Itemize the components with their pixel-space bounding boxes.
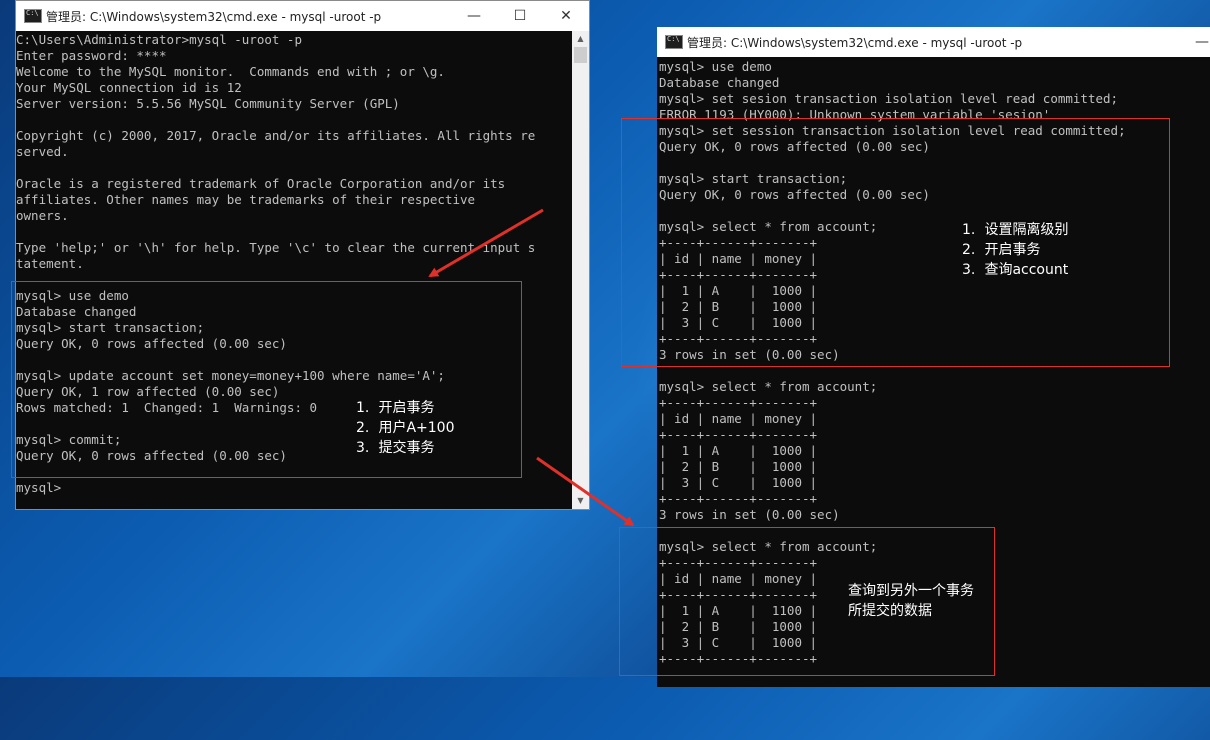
note-line: 所提交的数据 bbox=[848, 603, 932, 619]
right-highlight-box-top bbox=[621, 118, 1170, 367]
maximize-button[interactable]: ☐ bbox=[497, 1, 543, 31]
left-window-title: 管理员: C:\Windows\system32\cmd.exe - mysql… bbox=[46, 10, 382, 24]
minimize-button[interactable]: — bbox=[1179, 27, 1210, 57]
left-notes: 1. 开启事务 2. 用户A+100 3. 提交事务 bbox=[356, 398, 454, 458]
note-item: 3. 查询account bbox=[962, 262, 1069, 278]
scroll-down-arrow-icon[interactable]: ▼ bbox=[572, 493, 589, 509]
note-line: 查询到另外一个事务 bbox=[848, 583, 974, 599]
left-window-titlebar[interactable]: 管理员: C:\Windows\system32\cmd.exe - mysql… bbox=[16, 1, 589, 31]
note-item: 2. 用户A+100 bbox=[356, 420, 455, 436]
note-item: 1. 开启事务 bbox=[356, 400, 435, 416]
scrollbar-thumb[interactable] bbox=[574, 47, 587, 63]
cmd-icon bbox=[665, 35, 683, 49]
cmd-icon bbox=[24, 9, 42, 23]
note-item: 3. 提交事务 bbox=[356, 440, 435, 456]
right-window-title: 管理员: C:\Windows\system32\cmd.exe - mysql… bbox=[687, 36, 1023, 50]
left-scrollbar[interactable]: ▲ ▼ bbox=[572, 31, 589, 509]
right-notes-bottom: 查询到另外一个事务 所提交的数据 bbox=[848, 581, 974, 621]
minimize-button[interactable]: — bbox=[451, 1, 497, 31]
note-item: 1. 设置隔离级别 bbox=[962, 222, 1069, 238]
right-window-titlebar[interactable]: 管理员: C:\Windows\system32\cmd.exe - mysql… bbox=[657, 27, 1210, 57]
right-notes-top: 1. 设置隔离级别 2. 开启事务 3. 查询account bbox=[962, 220, 1068, 280]
close-button[interactable]: ✕ bbox=[543, 1, 589, 31]
scroll-up-arrow-icon[interactable]: ▲ bbox=[572, 31, 589, 47]
note-item: 2. 开启事务 bbox=[962, 242, 1041, 258]
